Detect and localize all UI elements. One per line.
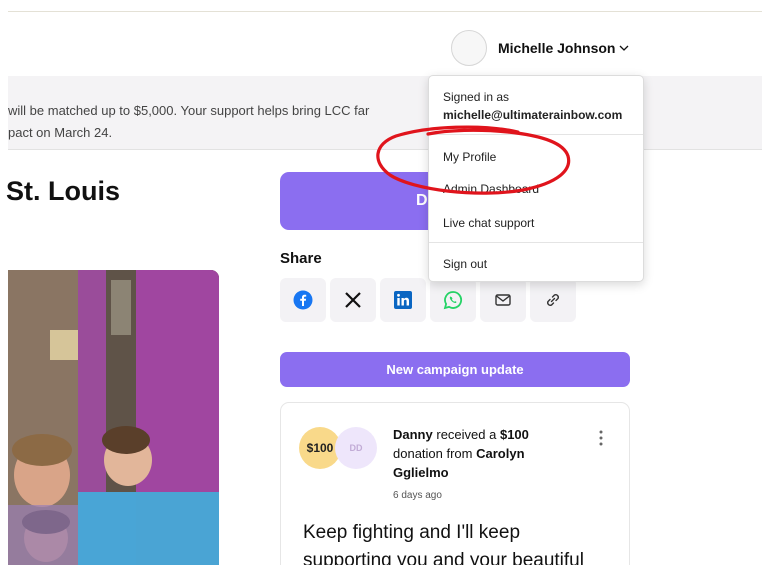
chevron-down-icon [620,45,629,51]
x-icon [345,292,361,308]
campaign-photo-illustration [8,270,219,565]
more-options-icon[interactable] [598,429,604,447]
donation-activity-card: $100 DD Danny received a $100 donation f… [280,402,630,565]
banner-text-line2: pact on March 24. [8,125,113,140]
campaign-photo[interactable] [8,270,219,565]
user-menu-button[interactable]: Michelle Johnson [498,40,629,56]
share-whatsapp-button[interactable] [430,278,476,322]
whatsapp-icon [443,291,462,310]
match-banner: will be matched up to $5,000. Your suppo… [8,76,762,150]
new-campaign-update-button[interactable]: New campaign update [280,352,630,387]
signed-in-label: Signed in as [443,90,510,104]
banner-text-line1: will be matched up to $5,000. Your suppo… [8,103,370,118]
donor-initials-avatar: DD [335,427,377,469]
recipient-name: Danny [393,427,433,442]
menu-divider [429,134,643,135]
linkedin-icon [394,291,412,309]
donation-summary: Danny received a $100 donation from Caro… [393,425,573,482]
donation-message-line2: supporting you and your beautiful [303,550,584,565]
user-dropdown-menu: Signed in as michelle@ultimaterainbow.co… [428,75,644,282]
share-linkedin-button[interactable] [380,278,426,322]
share-link-button[interactable] [530,278,576,322]
share-facebook-button[interactable] [280,278,326,322]
facebook-icon [293,290,313,310]
link-icon [547,294,559,306]
email-icon [495,294,511,306]
top-divider [8,11,762,12]
donation-message: Keep fighting and I'll keep supporting y… [303,519,623,565]
signed-in-email: michelle@ultimaterainbow.com [443,108,623,122]
menu-item-admin-dashboard[interactable]: Admin Dashboard [443,182,539,196]
donation-from-text: donation from [393,446,473,461]
donation-amount: $100 [499,427,529,442]
share-x-button[interactable] [330,278,376,322]
donation-timestamp: 6 days ago [393,490,442,501]
share-email-button[interactable] [480,278,526,322]
menu-item-live-chat-support[interactable]: Live chat support [443,216,534,230]
share-heading: Share [280,250,322,267]
menu-item-my-profile[interactable]: My Profile [443,150,496,164]
page-title: St. Louis [6,176,120,206]
menu-item-sign-out[interactable]: Sign out [443,257,487,271]
avatar[interactable] [451,30,487,66]
menu-divider [429,242,643,243]
donation-message-line1: Keep fighting and I'll keep [303,522,521,543]
received-text: received a [436,427,497,442]
share-buttons [280,278,576,322]
user-name-label: Michelle Johnson [498,40,616,56]
